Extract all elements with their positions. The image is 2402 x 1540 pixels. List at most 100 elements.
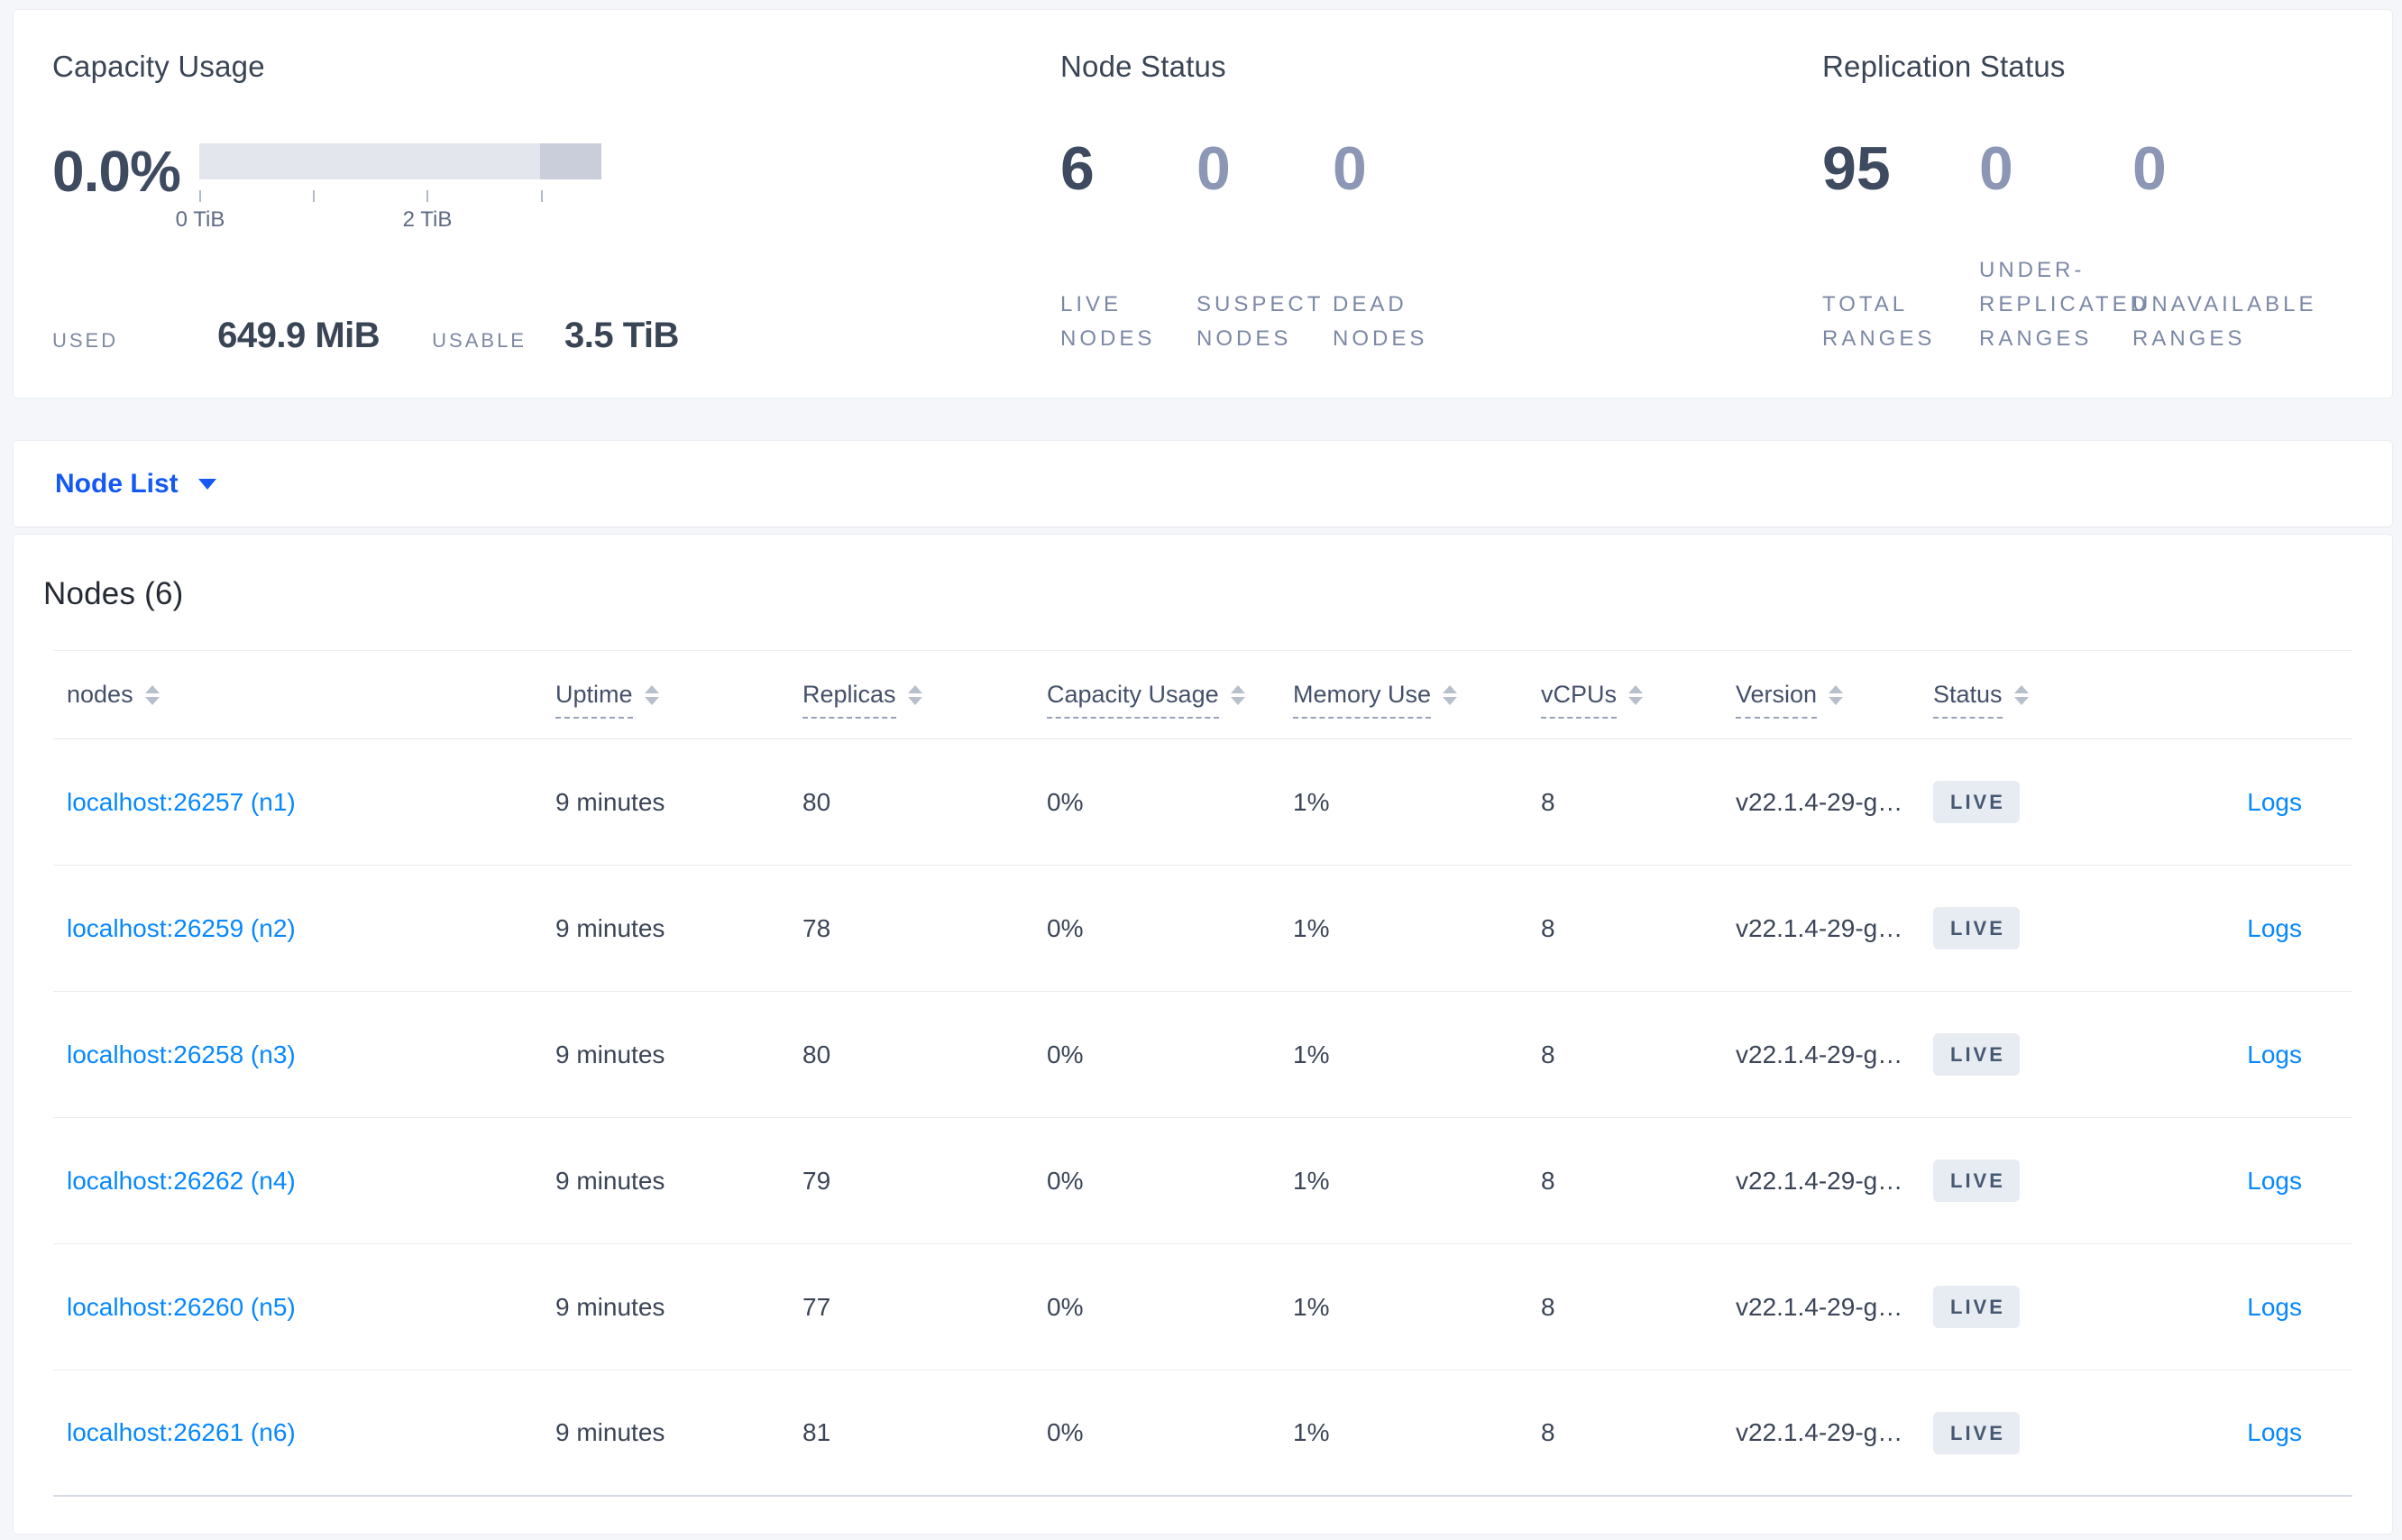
used-value: 649.9 MiB	[217, 316, 380, 355]
capacity-axis-labels: 0 TiB 2 TiB	[176, 207, 601, 234]
capacity-cell: 0%	[1047, 1418, 1084, 1446]
sort-icon	[1829, 684, 1844, 705]
node-list-dropdown-label: Node List	[55, 468, 179, 499]
capacity-bar-dark-segment	[540, 143, 601, 179]
capacity-usage-chart: 0.0% 0 TiB 2 TiB	[52, 142, 1060, 234]
status-badge: LIVE	[1933, 1286, 2020, 1328]
summary-card: Capacity Usage 0.0% 0 TiB 2 TiB USED 649…	[13, 9, 2393, 399]
sort-icon	[1628, 684, 1644, 705]
node-status-title: Node Status	[1060, 50, 1226, 83]
live-nodes-value: 6	[1060, 134, 1095, 203]
total-ranges-value: 95	[1822, 134, 1891, 203]
capacity-stats: USED 649.9 MiB USABLE 3.5 TiB	[52, 316, 1060, 356]
table-row: localhost:26261 (n6) 9 minutes 81 0% 1% …	[53, 1370, 2352, 1497]
logs-link[interactable]: Logs	[2247, 1167, 2302, 1195]
sort-icon	[1443, 684, 1458, 705]
unavailable-ranges-value: 0	[2132, 134, 2167, 203]
view-selector-bar: Node List	[13, 440, 2393, 527]
vcpus-cell: 8	[1541, 913, 1555, 942]
axis-label-2tib: 2 TiB	[402, 207, 453, 232]
uptime-cell: 9 minutes	[555, 1040, 665, 1068]
logs-link[interactable]: Logs	[2247, 914, 2302, 942]
replication-status-title: Replication Status	[1822, 50, 2066, 83]
sort-icon	[2013, 684, 2029, 705]
status-badge: LIVE	[1933, 1160, 2020, 1202]
usable-label: USABLE	[432, 329, 527, 352]
replicas-cell: 80	[802, 787, 831, 816]
status-badge: LIVE	[1933, 781, 2020, 823]
column-header-status[interactable]: Status	[1933, 681, 2131, 719]
total-ranges-stat: 95 TOTAL RANGES	[1822, 138, 1979, 356]
vcpus-cell: 8	[1541, 1040, 1555, 1068]
version-cell: v22.1.4-29-g…	[1736, 787, 1903, 816]
vcpus-cell: 8	[1541, 1292, 1555, 1321]
nodes-table: nodes Uptime Replicas Capacity Usage Mem…	[53, 650, 2352, 1497]
usable-value: 3.5 TiB	[564, 316, 679, 355]
cluster-overview-page: Capacity Usage 0.0% 0 TiB 2 TiB USED 649…	[0, 0, 2402, 1535]
node-link[interactable]: localhost:26259 (n2)	[67, 914, 296, 942]
uptime-cell: 9 minutes	[555, 1292, 665, 1321]
column-header-nodes[interactable]: nodes	[53, 681, 555, 709]
logs-link[interactable]: Logs	[2247, 788, 2302, 816]
capacity-axis-ticks	[199, 190, 601, 203]
sort-icon	[644, 684, 659, 705]
replication-status-section: Replication Status 95 TOTAL RANGES 0 UND…	[1822, 50, 2356, 356]
logs-link[interactable]: Logs	[2247, 1040, 2302, 1068]
status-badge: LIVE	[1933, 907, 2020, 949]
axis-label-0tib: 0 TiB	[175, 207, 225, 232]
node-link[interactable]: localhost:26262 (n4)	[67, 1167, 296, 1195]
capacity-usage-section: Capacity Usage 0.0% 0 TiB 2 TiB USED 649…	[52, 50, 1060, 356]
column-header-version[interactable]: Version	[1736, 681, 1933, 719]
uptime-cell: 9 minutes	[555, 787, 665, 816]
replicas-cell: 80	[802, 1040, 831, 1068]
memory-cell: 1%	[1293, 1418, 1330, 1446]
dead-nodes-label: DEAD NODES	[1333, 292, 1428, 351]
capacity-bar-track	[199, 143, 601, 179]
sort-icon	[907, 684, 922, 705]
capacity-usage-title: Capacity Usage	[52, 50, 265, 83]
node-link[interactable]: localhost:26257 (n1)	[67, 788, 296, 816]
memory-cell: 1%	[1293, 1166, 1330, 1195]
column-header-vcpus[interactable]: vCPUs	[1541, 681, 1736, 719]
logs-link[interactable]: Logs	[2247, 1293, 2302, 1321]
version-cell: v22.1.4-29-g…	[1736, 1418, 1903, 1446]
nodes-count-title: Nodes (6)	[43, 576, 184, 611]
version-cell: v22.1.4-29-g…	[1736, 1292, 1903, 1321]
memory-cell: 1%	[1293, 913, 1330, 942]
column-header-replicas[interactable]: Replicas	[802, 681, 1047, 719]
dead-nodes-value: 0	[1333, 134, 1367, 203]
chevron-down-icon	[197, 478, 216, 490]
node-link[interactable]: localhost:26261 (n6)	[67, 1418, 296, 1446]
table-row: localhost:26260 (n5) 9 minutes 77 0% 1% …	[53, 1244, 2352, 1370]
suspect-nodes-value: 0	[1196, 134, 1231, 203]
nodes-table-card: Nodes (6) nodes Uptime Replicas Capacity…	[13, 534, 2393, 1535]
node-status-section: Node Status 6 LIVE NODES 0 SUSPECT NODES…	[1060, 50, 1822, 356]
suspect-nodes-stat: 0 SUSPECT NODES	[1196, 138, 1333, 356]
uptime-cell: 9 minutes	[555, 913, 665, 942]
capacity-cell: 0%	[1047, 913, 1084, 942]
node-link[interactable]: localhost:26260 (n5)	[67, 1293, 296, 1321]
under-replicated-ranges-value: 0	[1979, 134, 2013, 203]
uptime-cell: 9 minutes	[555, 1166, 665, 1195]
used-label: USED	[52, 329, 119, 352]
column-header-capacity-usage[interactable]: Capacity Usage	[1047, 681, 1293, 719]
sort-icon	[1230, 684, 1245, 705]
live-nodes-label: LIVE NODES	[1060, 292, 1156, 351]
unavailable-ranges-label: UNAVAILABLE RANGES	[2132, 292, 2317, 351]
capacity-cell: 0%	[1047, 1166, 1084, 1195]
live-nodes-stat: 6 LIVE NODES	[1060, 138, 1196, 356]
version-cell: v22.1.4-29-g…	[1736, 1166, 1903, 1195]
table-row: localhost:26257 (n1) 9 minutes 80 0% 1% …	[53, 739, 2352, 866]
node-list-dropdown[interactable]: Node List	[55, 469, 216, 500]
capacity-cell: 0%	[1047, 1292, 1084, 1321]
column-header-memory-use[interactable]: Memory Use	[1293, 681, 1541, 719]
memory-cell: 1%	[1293, 1292, 1330, 1321]
vcpus-cell: 8	[1541, 1418, 1555, 1446]
table-header-row: nodes Uptime Replicas Capacity Usage Mem…	[53, 650, 2352, 739]
column-header-uptime[interactable]: Uptime	[555, 681, 802, 719]
uptime-cell: 9 minutes	[555, 1418, 665, 1446]
logs-link[interactable]: Logs	[2247, 1418, 2302, 1446]
node-link[interactable]: localhost:26258 (n3)	[67, 1040, 296, 1068]
capacity-cell: 0%	[1047, 1040, 1084, 1068]
under-replicated-ranges-stat: 0 UNDER-REPLICATED RANGES	[1979, 134, 2146, 356]
